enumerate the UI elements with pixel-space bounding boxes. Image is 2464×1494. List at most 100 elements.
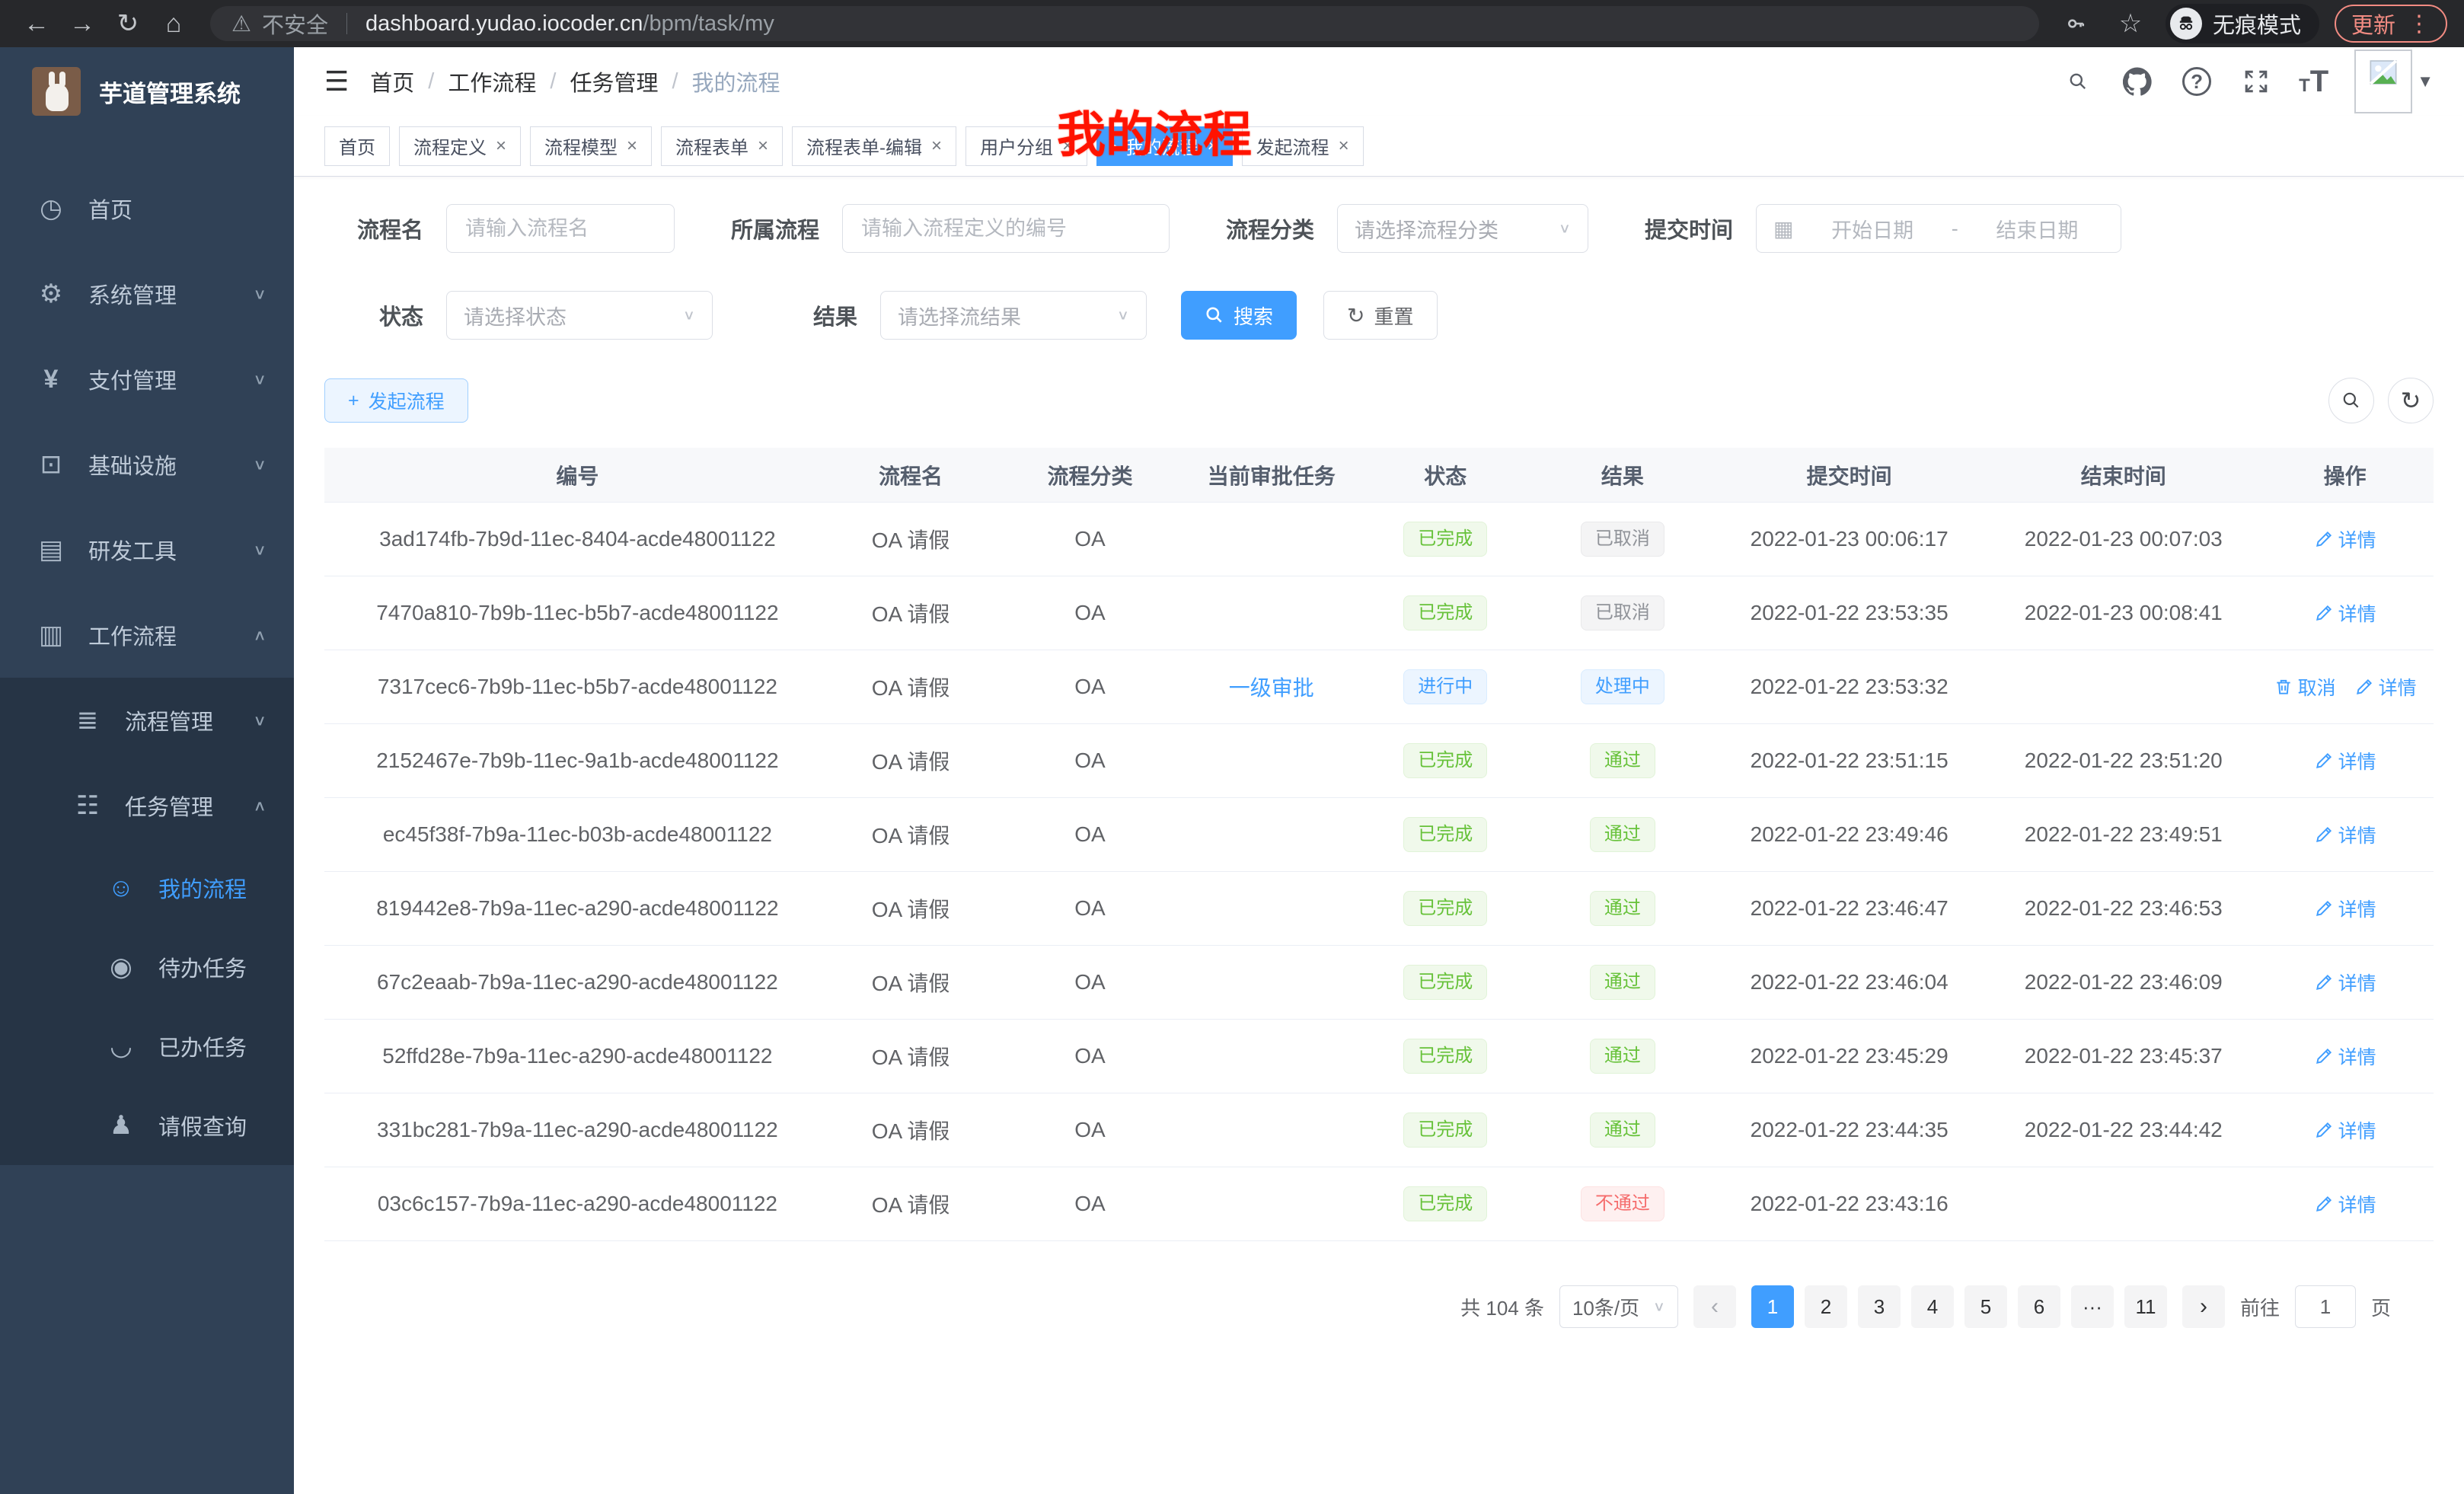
page-button[interactable]: 5 xyxy=(1964,1285,2007,1328)
submit-time-range-picker[interactable]: ▦ 开始日期 - 结束日期 xyxy=(1756,204,2121,253)
cell-category: OA xyxy=(991,527,1189,551)
view-tab[interactable]: ● 发起流程 × xyxy=(1242,126,1364,166)
table-row: 2152467e-7b9b-11ec-9a1b-acde48001122 OA … xyxy=(324,724,2434,798)
status-badge: 已完成 xyxy=(1403,595,1487,630)
prev-page-button[interactable]: ‹ xyxy=(1693,1285,1736,1328)
toggle-search-button[interactable] xyxy=(2328,378,2374,423)
avatar[interactable] xyxy=(2354,49,2412,113)
update-button[interactable]: 更新 ⋮ xyxy=(2335,5,2447,43)
row-action-link[interactable]: 详情 xyxy=(2314,747,2376,774)
page-size-select[interactable]: 10条/页 ∨ xyxy=(1559,1285,1678,1328)
category-select[interactable]: 请选择流程分类 ∨ xyxy=(1337,204,1588,253)
sidebar-item[interactable]: 首页 xyxy=(0,166,294,251)
breadcrumb: 首页 / 工作流程 / 任务管理 / 我的流程 xyxy=(370,65,780,97)
menu-dots-icon[interactable]: ⋮ xyxy=(2408,11,2430,37)
help-icon[interactable]: ? xyxy=(2180,65,2213,98)
row-action-link[interactable]: 详情 xyxy=(2354,673,2417,701)
row-action-link[interactable]: 详情 xyxy=(2314,1190,2376,1218)
page-button[interactable]: 4 xyxy=(1911,1285,1954,1328)
collapse-sidebar-icon[interactable]: ☰ xyxy=(324,65,349,97)
close-icon[interactable]: × xyxy=(931,136,942,157)
search-button[interactable]: 搜索 xyxy=(1181,291,1297,340)
chevron-icon xyxy=(253,370,267,388)
home-icon[interactable]: ⌂ xyxy=(154,4,193,43)
caret-down-icon[interactable]: ▼ xyxy=(2417,72,2434,91)
row-action-link[interactable]: 详情 xyxy=(2314,1116,2376,1144)
key-icon[interactable] xyxy=(2056,4,2095,43)
row-action-link[interactable]: 详情 xyxy=(2314,599,2376,627)
bookmark-star-icon[interactable]: ☆ xyxy=(2111,4,2150,43)
row-action-link[interactable]: 详情 xyxy=(2314,895,2376,922)
view-tab[interactable]: ● 流程定义 × xyxy=(399,126,521,166)
view-tab[interactable]: ● 流程表单 × xyxy=(661,126,783,166)
github-icon[interactable] xyxy=(2121,65,2154,98)
sidebar-item[interactable]: 系统管理 xyxy=(0,251,294,337)
row-action-link[interactable]: 详情 xyxy=(2314,525,2376,553)
sidebar-item[interactable]: 支付管理 xyxy=(0,337,294,422)
table-row: 7470a810-7b9b-11ec-b5b7-acde48001122 OA … xyxy=(324,576,2434,650)
sidebar-item[interactable]: 工作流程 xyxy=(0,592,294,678)
page-button[interactable]: 3 xyxy=(1858,1285,1901,1328)
process-definition-input[interactable] xyxy=(860,216,1152,241)
sidebar-subitem[interactable]: 已办任务 xyxy=(0,1007,294,1086)
row-action-link[interactable]: 详情 xyxy=(2314,1042,2376,1070)
cell-id: 7317cec6-7b9b-11ec-b5b7-acde48001122 xyxy=(324,675,831,699)
status-select[interactable]: 请选择状态 ∨ xyxy=(446,291,713,340)
result-badge: 通过 xyxy=(1590,965,1655,1000)
sidebar-item[interactable]: 研发工具 xyxy=(0,507,294,592)
page-button[interactable]: ··· xyxy=(2071,1285,2114,1328)
result-badge: 通过 xyxy=(1590,743,1655,778)
current-task-link[interactable]: 一级审批 xyxy=(1229,672,1314,702)
sidebar-item[interactable]: 基础设施 xyxy=(0,422,294,507)
row-action-link[interactable]: 详情 xyxy=(2314,969,2376,996)
row-action-link[interactable]: 详情 xyxy=(2314,821,2376,848)
fullscreen-icon[interactable] xyxy=(2239,65,2273,98)
font-size-icon[interactable]: TT xyxy=(2299,66,2328,97)
breadcrumb-task-mgmt[interactable]: 任务管理 xyxy=(570,65,658,97)
page-button[interactable]: 11 xyxy=(2124,1285,2167,1328)
row-action-link[interactable]: 取消 xyxy=(2274,673,2336,701)
back-icon[interactable]: ← xyxy=(17,4,56,43)
result-badge: 处理中 xyxy=(1581,669,1664,704)
filter-label-definition: 所属流程 xyxy=(720,212,819,244)
sidebar-item-task-mgmt[interactable]: 任务管理 xyxy=(0,763,294,848)
page-button[interactable]: 2 xyxy=(1805,1285,1847,1328)
cell-process-name: OA 请假 xyxy=(831,745,991,776)
view-tab[interactable]: ● 首页 × xyxy=(324,126,390,166)
page-button[interactable]: 6 xyxy=(2018,1285,2060,1328)
breadcrumb-home[interactable]: 首页 xyxy=(370,65,414,97)
refresh-table-button[interactable]: ↻ xyxy=(2388,378,2434,423)
page-button[interactable]: 1 xyxy=(1751,1285,1794,1328)
sidebar-subitem[interactable]: 请假查询 xyxy=(0,1086,294,1165)
cell-process-name: OA 请假 xyxy=(831,819,991,850)
close-icon[interactable]: × xyxy=(1339,136,1349,157)
close-icon[interactable]: × xyxy=(496,136,506,157)
table-row: 3ad174fb-7b9d-11ec-8404-acde48001122 OA … xyxy=(324,503,2434,576)
incognito-badge: 无痕模式 xyxy=(2166,4,2319,43)
start-process-button[interactable]: + 发起流程 xyxy=(324,378,468,423)
reload-icon[interactable]: ↻ xyxy=(108,4,148,43)
sidebar-subitem[interactable]: 待办任务 xyxy=(0,927,294,1007)
process-name-input-wrap xyxy=(446,204,675,253)
close-icon[interactable]: × xyxy=(758,136,768,157)
forward-icon[interactable]: → xyxy=(62,4,102,43)
view-tab[interactable]: ● 流程模型 × xyxy=(530,126,652,166)
status-badge: 已完成 xyxy=(1403,817,1487,852)
next-page-button[interactable]: › xyxy=(2182,1285,2225,1328)
reset-button[interactable]: ↻ 重置 xyxy=(1323,291,1437,340)
sidebar-subitem[interactable]: 我的流程 xyxy=(0,848,294,927)
cell-id: 2152467e-7b9b-11ec-9a1b-acde48001122 xyxy=(324,749,831,773)
close-icon[interactable]: × xyxy=(627,136,637,157)
address-bar[interactable]: ⚠ 不安全 dashboard.yudao.iocoder.cn/bpm/tas… xyxy=(210,6,2039,41)
cell-submit-time: 2022-01-22 23:49:46 xyxy=(1708,822,1990,847)
view-tab[interactable]: ● 流程表单-编辑 × xyxy=(792,126,956,166)
goto-page-input[interactable] xyxy=(2295,1285,2356,1328)
cell-end-time: 2022-01-22 23:49:51 xyxy=(1990,822,2256,847)
process-name-input[interactable] xyxy=(464,216,657,241)
column-header: 流程名 xyxy=(831,460,991,490)
breadcrumb-workflow[interactable]: 工作流程 xyxy=(448,65,536,97)
search-icon[interactable] xyxy=(2061,65,2095,98)
sidebar-item-process-mgmt[interactable]: 流程管理 xyxy=(0,678,294,763)
status-badge: 已完成 xyxy=(1403,1039,1487,1074)
result-select[interactable]: 请选择流结果 ∨ xyxy=(880,291,1147,340)
